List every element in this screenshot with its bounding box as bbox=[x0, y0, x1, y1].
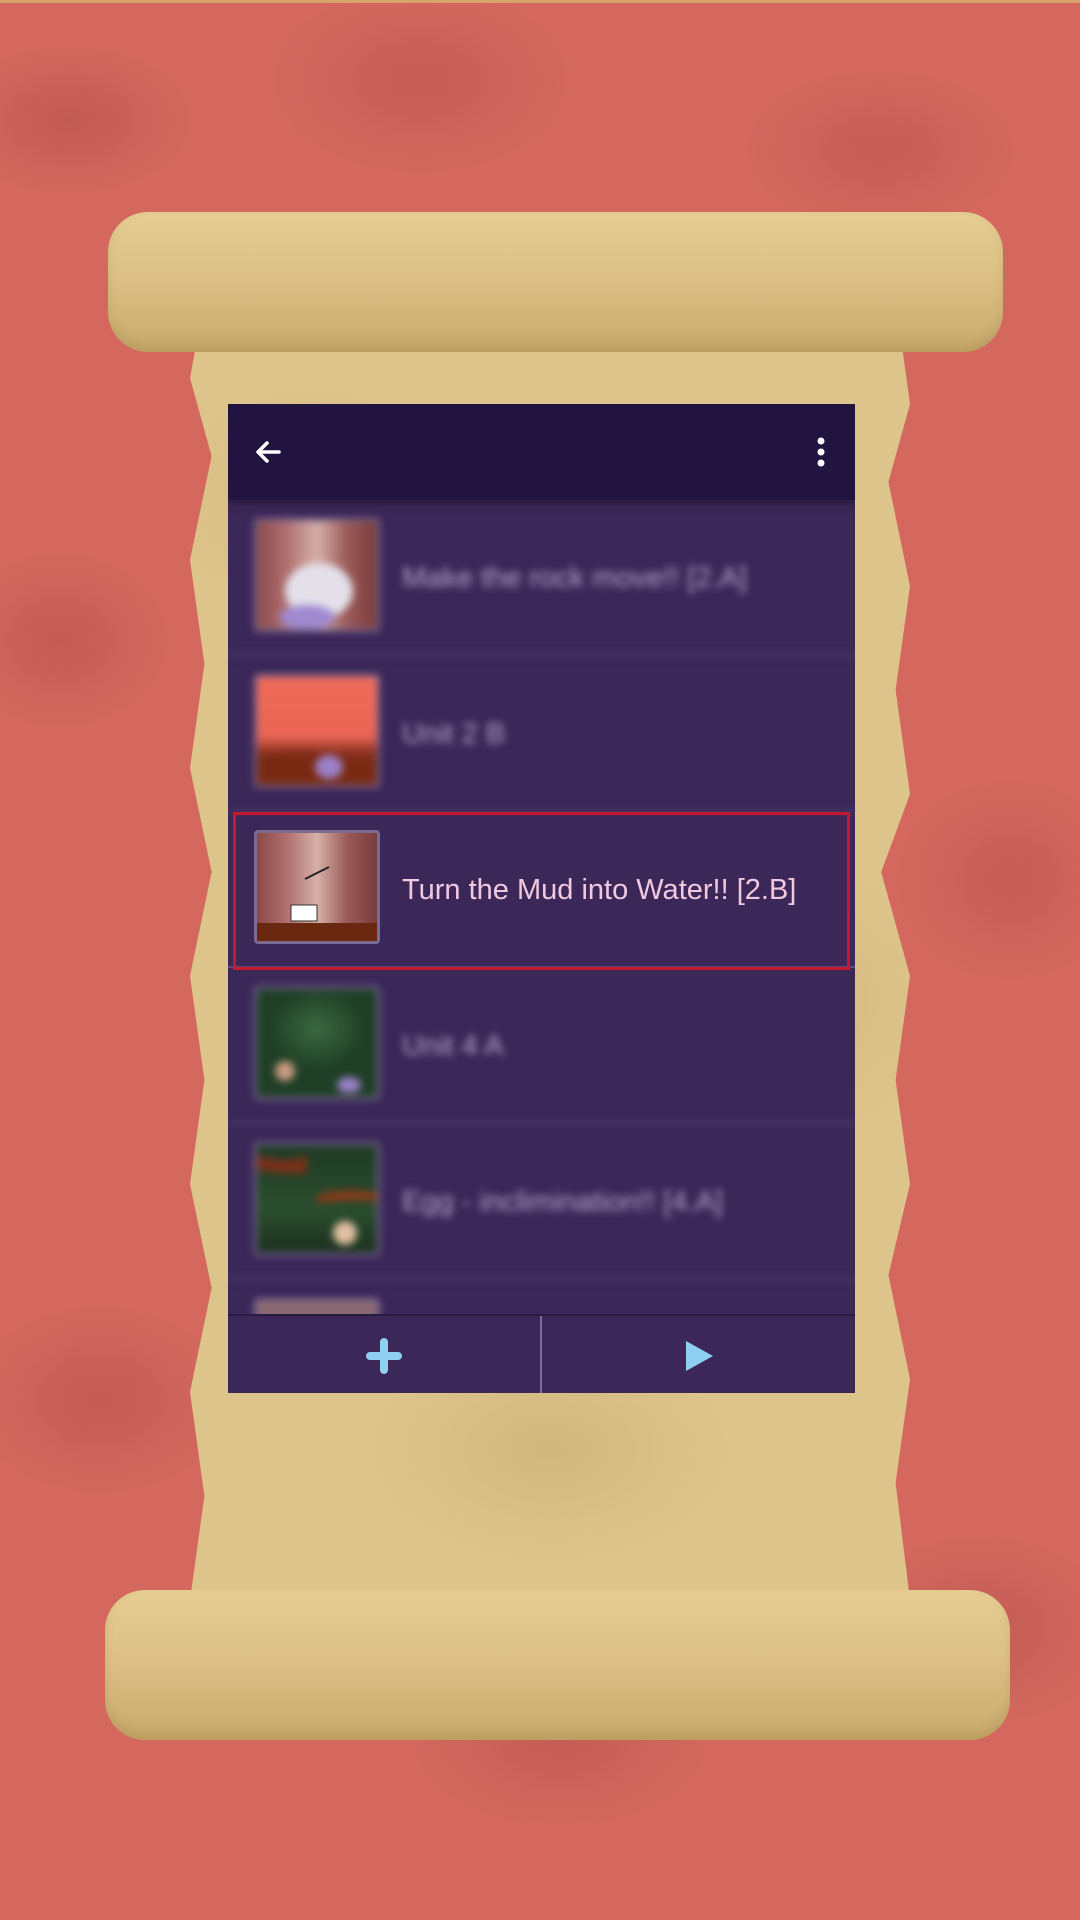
plus-icon bbox=[366, 1337, 402, 1374]
list-item-label: Unit 2 B bbox=[402, 717, 506, 750]
list-item[interactable]: Unit 2 B bbox=[228, 656, 855, 812]
list-item-label: Turn the Mud into Water!! [2.B] bbox=[402, 873, 797, 906]
list-item-label: Make the rock move!! [2.A] bbox=[402, 561, 747, 594]
scroll-roll-bottom bbox=[105, 1590, 1010, 1740]
thumbnail bbox=[254, 518, 380, 632]
scroll-roll-top bbox=[108, 212, 1003, 352]
lesson-list[interactable]: Make the rock move!! [2.A] Unit 2 B Turn… bbox=[228, 500, 855, 1314]
overflow-menu-button[interactable] bbox=[811, 432, 831, 472]
app-bar bbox=[228, 404, 855, 500]
thumbnail bbox=[254, 830, 380, 944]
bottom-action-bar bbox=[228, 1314, 855, 1393]
app-screen: Make the rock move!! [2.A] Unit 2 B Turn… bbox=[228, 404, 855, 1393]
list-item-label: Egg - inclimination!! [4.A] bbox=[402, 1185, 723, 1218]
more-vert-icon bbox=[817, 437, 825, 467]
list-item-label: Unit 4 A bbox=[402, 1029, 504, 1062]
list-item[interactable] bbox=[228, 1280, 855, 1314]
top-strip bbox=[0, 0, 1080, 3]
thumbnail bbox=[254, 986, 380, 1100]
play-button[interactable] bbox=[542, 1316, 855, 1393]
arrow-left-icon bbox=[256, 441, 281, 463]
thumbnail bbox=[254, 1298, 380, 1314]
add-button[interactable] bbox=[228, 1316, 540, 1393]
list-item-selected[interactable]: Turn the Mud into Water!! [2.B] bbox=[228, 812, 855, 968]
list-item[interactable]: Make the rock move!! [2.A] bbox=[228, 500, 855, 656]
back-button[interactable] bbox=[248, 432, 288, 472]
thumbnail bbox=[254, 674, 380, 788]
thumbnail bbox=[254, 1142, 380, 1256]
list-item[interactable]: Unit 4 A bbox=[228, 968, 855, 1124]
list-item[interactable]: Egg - inclimination!! [4.A] bbox=[228, 1124, 855, 1280]
play-icon bbox=[685, 1340, 713, 1371]
